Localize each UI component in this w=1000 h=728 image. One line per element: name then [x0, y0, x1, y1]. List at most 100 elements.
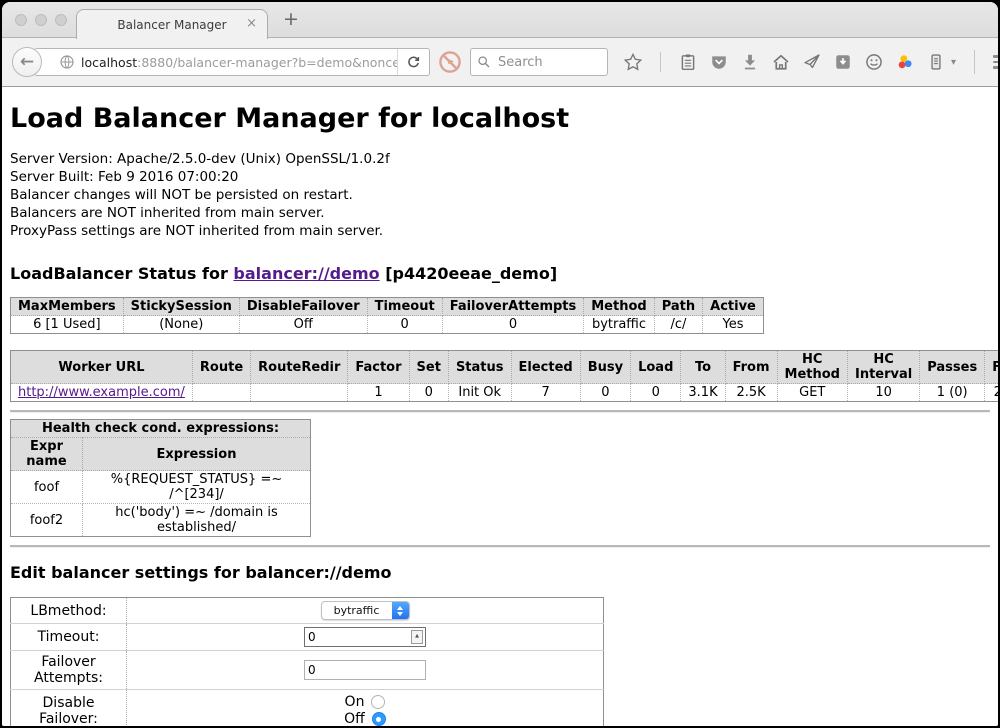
- browser-tab[interactable]: Balancer Manager ×: [76, 9, 268, 39]
- send-tab-icon[interactable]: [803, 53, 821, 71]
- cell-elected: 7: [511, 384, 580, 402]
- status-heading: LoadBalancer Status for balancer://demo …: [10, 264, 990, 283]
- search-field[interactable]: [470, 48, 608, 76]
- cell-status: Init Ok: [448, 384, 511, 402]
- cell-path: /c/: [654, 316, 702, 334]
- cell-fails: 2 (0): [985, 384, 1000, 402]
- col-header: HC Interval: [847, 351, 919, 384]
- cell-expression: %{REQUEST_STATUS} =~ /^[234]/: [83, 471, 311, 504]
- select-stepper-icon: [392, 601, 409, 620]
- table-row: http://www.example.com/ 1 0 Init Ok 7 0 …: [11, 384, 1000, 402]
- status-heading-suffix: [p4420eeae_demo]: [380, 264, 558, 283]
- table-row: foof2 hc('body') =~ /domain is establish…: [11, 504, 311, 537]
- cell-expr-name: foof: [11, 471, 83, 504]
- toolbar-divider: [974, 50, 975, 74]
- health-table-title: Health check cond. expressions:: [11, 420, 311, 438]
- chevron-down-icon[interactable]: ▾: [951, 57, 956, 68]
- col-header: MaxMembers: [11, 298, 124, 316]
- health-check-table: Health check cond. expressions: Expr nam…: [10, 419, 311, 537]
- col-header: Factor: [348, 351, 409, 384]
- col-header: DisableFailover: [239, 298, 367, 316]
- tab-title: Balancer Manager: [117, 18, 226, 32]
- url-bar[interactable]: localhost:8880/balancer-manager?b=demo&n…: [34, 48, 430, 76]
- table-row: 6 [1 Used] (None) Off 0 0 bytraffic /c/ …: [11, 316, 764, 334]
- col-header: Set: [409, 351, 448, 384]
- disable-failover-off-radio[interactable]: [372, 712, 386, 726]
- worker-url-link[interactable]: http://www.example.com/: [18, 385, 185, 400]
- cell-set: 0: [409, 384, 448, 402]
- col-header: Method: [584, 298, 654, 316]
- search-icon: [477, 55, 491, 69]
- col-header: Status: [448, 351, 511, 384]
- extension-colordots-icon[interactable]: [896, 53, 914, 71]
- col-header: Passes: [920, 351, 985, 384]
- toolbar-icons: ▾ ▦: [624, 50, 1000, 74]
- lbmethod-select[interactable]: bytraffic: [321, 601, 410, 620]
- form-row-timeout: Timeout: ▲: [11, 624, 604, 651]
- cell-hc-interval: 10: [847, 384, 919, 402]
- globe-icon: [59, 54, 75, 70]
- cell-timeout: 0: [367, 316, 442, 334]
- cell-stickysession: (None): [123, 316, 239, 334]
- info-line: Balancers are NOT inherited from main se…: [10, 205, 990, 221]
- col-header: Expression: [83, 438, 311, 471]
- radio-on-label: On: [345, 694, 365, 710]
- radio-off-label: Off: [344, 711, 365, 727]
- col-header: Active: [703, 298, 764, 316]
- info-line: ProxyPass settings are NOT inherited fro…: [10, 223, 990, 239]
- toolbar-divider: [660, 52, 661, 72]
- pocket-icon[interactable]: [710, 53, 728, 71]
- form-row-lbmethod: LBmethod: bytraffic: [11, 598, 604, 624]
- col-header: HC Method: [777, 351, 847, 384]
- home-icon[interactable]: [772, 53, 790, 71]
- cell-maxmembers: 6 [1 Used]: [11, 316, 124, 334]
- divider: [10, 545, 990, 547]
- feedback-smiley-icon[interactable]: [865, 53, 883, 71]
- page-title: Load Balancer Manager for localhost: [10, 103, 990, 134]
- cell-load: 0: [631, 384, 681, 402]
- page-content: Load Balancer Manager for localhost Serv…: [2, 87, 998, 728]
- balancer-link[interactable]: balancer://demo: [233, 264, 379, 283]
- save-to-device-icon[interactable]: [834, 53, 852, 71]
- reload-button[interactable]: [397, 49, 429, 75]
- lbmethod-selected-value: bytraffic: [322, 604, 392, 617]
- url-text: localhost:8880/balancer-manager?b=demo&n…: [81, 55, 397, 70]
- form-row-failover-attempts: Failover Attempts:: [11, 651, 604, 690]
- close-window-button[interactable]: [15, 14, 27, 26]
- downloads-icon[interactable]: [741, 53, 759, 71]
- search-input[interactable]: [496, 54, 601, 71]
- info-line: Server Version: Apache/2.5.0-dev (Unix) …: [10, 151, 990, 167]
- timeout-input[interactable]: [304, 627, 426, 647]
- url-path: :8880/balancer-manager?b=demo&nonce=decc…: [137, 55, 397, 70]
- navigation-toolbar: ← localhost:8880/balancer-manager?b=demo…: [2, 38, 998, 87]
- lbmethod-label: LBmethod:: [11, 598, 127, 624]
- form-row-disable-failover: Disable Failover: On Off: [11, 690, 604, 728]
- divider: [10, 410, 990, 412]
- back-button[interactable]: ←: [12, 47, 42, 77]
- col-header: From: [725, 351, 777, 384]
- cell-from: 2.5K: [725, 384, 777, 402]
- col-header: Load: [631, 351, 681, 384]
- col-header: RouteRedir: [251, 351, 348, 384]
- failover-attempts-label: Failover Attempts:: [11, 651, 127, 690]
- zoom-window-button[interactable]: [55, 14, 67, 26]
- cell-passes: 1 (0): [920, 384, 985, 402]
- url-domain: localhost: [81, 55, 137, 70]
- disable-failover-on-radio[interactable]: [371, 695, 385, 709]
- new-tab-button[interactable]: +: [283, 8, 299, 30]
- tab-bar: Balancer Manager × +: [2, 2, 998, 38]
- minimize-window-button[interactable]: [35, 14, 47, 26]
- status-heading-prefix: LoadBalancer Status for: [10, 264, 233, 283]
- cell-route: [192, 384, 250, 402]
- number-spinner-icon[interactable]: ▲: [411, 630, 423, 644]
- menu-icon[interactable]: [993, 55, 1000, 69]
- tab-close-icon[interactable]: ×: [246, 16, 257, 31]
- bookmark-star-icon[interactable]: [624, 53, 642, 71]
- browser-window: Balancer Manager × + ← localhost:8880/ba…: [0, 0, 1000, 728]
- reading-list-icon[interactable]: [679, 53, 697, 71]
- reload-icon: [406, 55, 421, 70]
- col-header: Worker URL: [11, 351, 193, 384]
- sidebar-panel-icon[interactable]: [927, 53, 945, 71]
- failover-attempts-input[interactable]: [304, 660, 426, 680]
- content-blocker-icon[interactable]: [438, 50, 462, 74]
